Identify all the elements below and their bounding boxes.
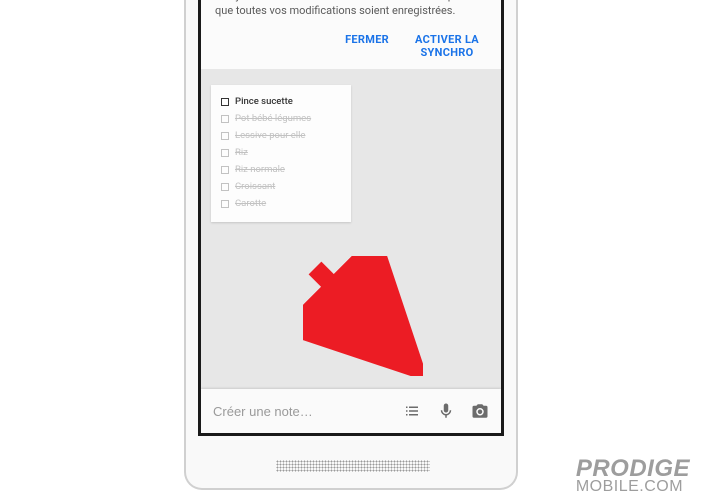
sync-banner: La synchronisation est désactivée. Réact… [201,0,501,69]
list-item-label: Lessive pour elle [235,130,305,141]
device-frame: La synchronisation est désactivée. Réact… [184,0,518,490]
checkbox-icon[interactable] [221,183,229,191]
checkbox-icon[interactable] [221,200,229,208]
list-item-label: Riz normale [235,164,285,175]
watermark-line2: MOBILE.COM [576,480,690,494]
banner-message: La synchronisation est désactivée. Réact… [215,0,487,19]
checkbox-icon[interactable] [221,166,229,174]
watermark-line1: PRODIGE [576,458,690,480]
list-item[interactable]: Riz normale [221,161,341,178]
toolbar-icons [403,402,489,420]
list-item[interactable]: Riz [221,144,341,161]
list-item[interactable]: Croissant [221,178,341,195]
camera-icon[interactable] [471,402,489,420]
list-item[interactable]: Pot bébé légumes [221,110,341,127]
banner-actions: FERMER ACTIVER LA SYNCHRO [215,33,487,59]
microphone-icon[interactable] [437,402,455,420]
screen: La synchronisation est désactivée. Réact… [198,0,504,436]
device-speaker [276,460,430,472]
list-icon[interactable] [403,402,421,420]
watermark: PRODIGE MOBILE.COM [576,458,690,494]
checkbox-icon[interactable] [221,149,229,157]
checkbox-icon[interactable] [221,115,229,123]
note-card[interactable]: Pince sucette Pot bébé légumes Lessive p… [211,85,351,222]
bottom-toolbar [201,389,501,433]
create-note-input[interactable] [213,404,403,419]
checkbox-icon[interactable] [221,98,229,106]
list-item-label: Pot bébé légumes [235,113,311,124]
activate-label-line1: ACTIVER LA [415,33,479,46]
list-item-label: Carotte [235,198,266,209]
list-item[interactable]: Pince sucette [221,93,341,110]
activate-label-line2: SYNCHRO [420,46,473,59]
close-button[interactable]: FERMER [345,33,389,59]
checkbox-icon[interactable] [221,132,229,140]
list-item[interactable]: Lessive pour elle [221,127,341,144]
list-item-label: Pince sucette [235,96,293,107]
list-item-label: Riz [235,147,248,158]
notes-content: Pince sucette Pot bébé légumes Lessive p… [201,69,501,238]
list-item[interactable]: Carotte [221,195,341,212]
activate-sync-button[interactable]: ACTIVER LA SYNCHRO [415,33,479,59]
annotation-arrow-icon [303,256,423,376]
list-item-label: Croissant [235,181,275,192]
